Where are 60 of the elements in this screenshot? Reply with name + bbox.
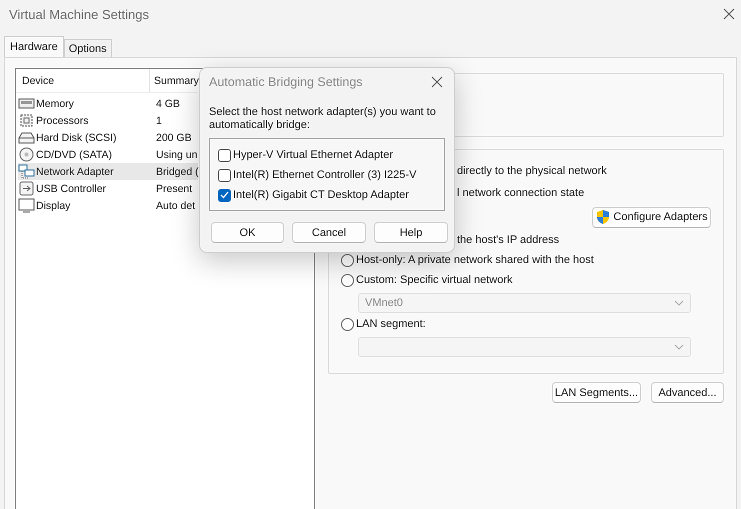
device-summary: 200 GB xyxy=(155,132,193,144)
device-name: Hard Disk (SCSI) xyxy=(36,132,117,144)
option-text: directly to the physical network xyxy=(457,165,607,177)
device-summary: 1 xyxy=(155,114,163,126)
adapter-label: Intel(R) Gigabit CT Desktop Adapter xyxy=(233,189,409,201)
device-summary: Present xyxy=(155,182,194,194)
device-summary: Bridged ( xyxy=(155,166,199,178)
checkbox[interactable] xyxy=(218,168,231,182)
adapter-label: Hyper-V Virtual Ethernet Adapter xyxy=(233,149,393,161)
device-summary: Auto det xyxy=(155,200,196,212)
device-name: Display xyxy=(36,200,70,212)
device-name: USB Controller xyxy=(36,182,106,194)
option-text: the host's IP address xyxy=(457,234,560,246)
radio-button[interactable] xyxy=(341,318,354,330)
chevron-icon xyxy=(674,344,684,350)
help-button[interactable]: Help xyxy=(374,222,448,243)
device-summary: 4 GB xyxy=(155,98,181,110)
column-header[interactable]: Summary xyxy=(150,69,199,92)
device-row[interactable]: Memory 4 GB xyxy=(18,95,198,112)
tab[interactable]: Options xyxy=(64,39,112,57)
shield-icon xyxy=(595,209,612,225)
lan-segments-button[interactable]: LAN Segments... xyxy=(552,382,641,403)
chevron-icon xyxy=(674,300,684,306)
device-row[interactable]: Hard Disk (SCSI) 200 GB xyxy=(18,129,198,146)
column-header[interactable]: Device xyxy=(16,69,150,92)
dialog-prompt: Select the host network adapter(s) you want to automatically bridge: xyxy=(209,106,437,132)
device-summary: Using un xyxy=(155,148,198,160)
network-icon xyxy=(18,164,35,179)
checkbox[interactable] xyxy=(218,148,231,162)
configure-adapters-button[interactable]: Configure Adapters xyxy=(592,206,711,228)
memory-icon xyxy=(18,96,35,111)
display-icon xyxy=(18,198,35,213)
device-row[interactable]: USB Controller Present xyxy=(18,180,198,197)
radio-button[interactable] xyxy=(341,254,354,266)
dialog-title: Automatic Bridging Settings xyxy=(209,75,363,89)
cancel-button[interactable]: Cancel xyxy=(292,222,366,243)
device-name: Processors xyxy=(36,114,89,126)
usb-icon xyxy=(18,181,35,196)
device-row[interactable]: Processors 1 xyxy=(18,112,198,129)
radio-button[interactable] xyxy=(341,274,354,286)
device-name: CD/DVD (SATA) xyxy=(36,148,112,160)
advanced-button[interactable]: Advanced... xyxy=(651,382,724,403)
window-title: Virtual Machine Settings xyxy=(9,6,149,22)
checkbox[interactable] xyxy=(218,188,231,202)
device-row[interactable]: Display Auto det xyxy=(18,197,198,214)
disc-icon xyxy=(18,147,35,162)
tab[interactable]: Hardware xyxy=(4,36,64,57)
adapter-label: Intel(R) Ethernet Controller (3) I225-V xyxy=(233,169,416,181)
radio-label: Host-only: A private network shared with the host xyxy=(356,254,594,266)
processor-icon xyxy=(18,113,35,128)
radio-label: LAN segment: xyxy=(356,318,426,330)
close-icon[interactable] xyxy=(723,8,735,20)
device-row[interactable]: Network Adapter Bridged ( xyxy=(18,163,198,180)
device-name: Network Adapter xyxy=(36,166,114,178)
close-icon[interactable] xyxy=(431,76,443,88)
device-name: Memory xyxy=(36,98,74,110)
option-text: l network connection state xyxy=(457,187,584,199)
ok-button[interactable]: OK xyxy=(211,222,284,243)
device-row[interactable]: CD/DVD (SATA) Using un xyxy=(18,146,198,163)
radio-label: Custom: Specific virtual network xyxy=(356,274,512,286)
